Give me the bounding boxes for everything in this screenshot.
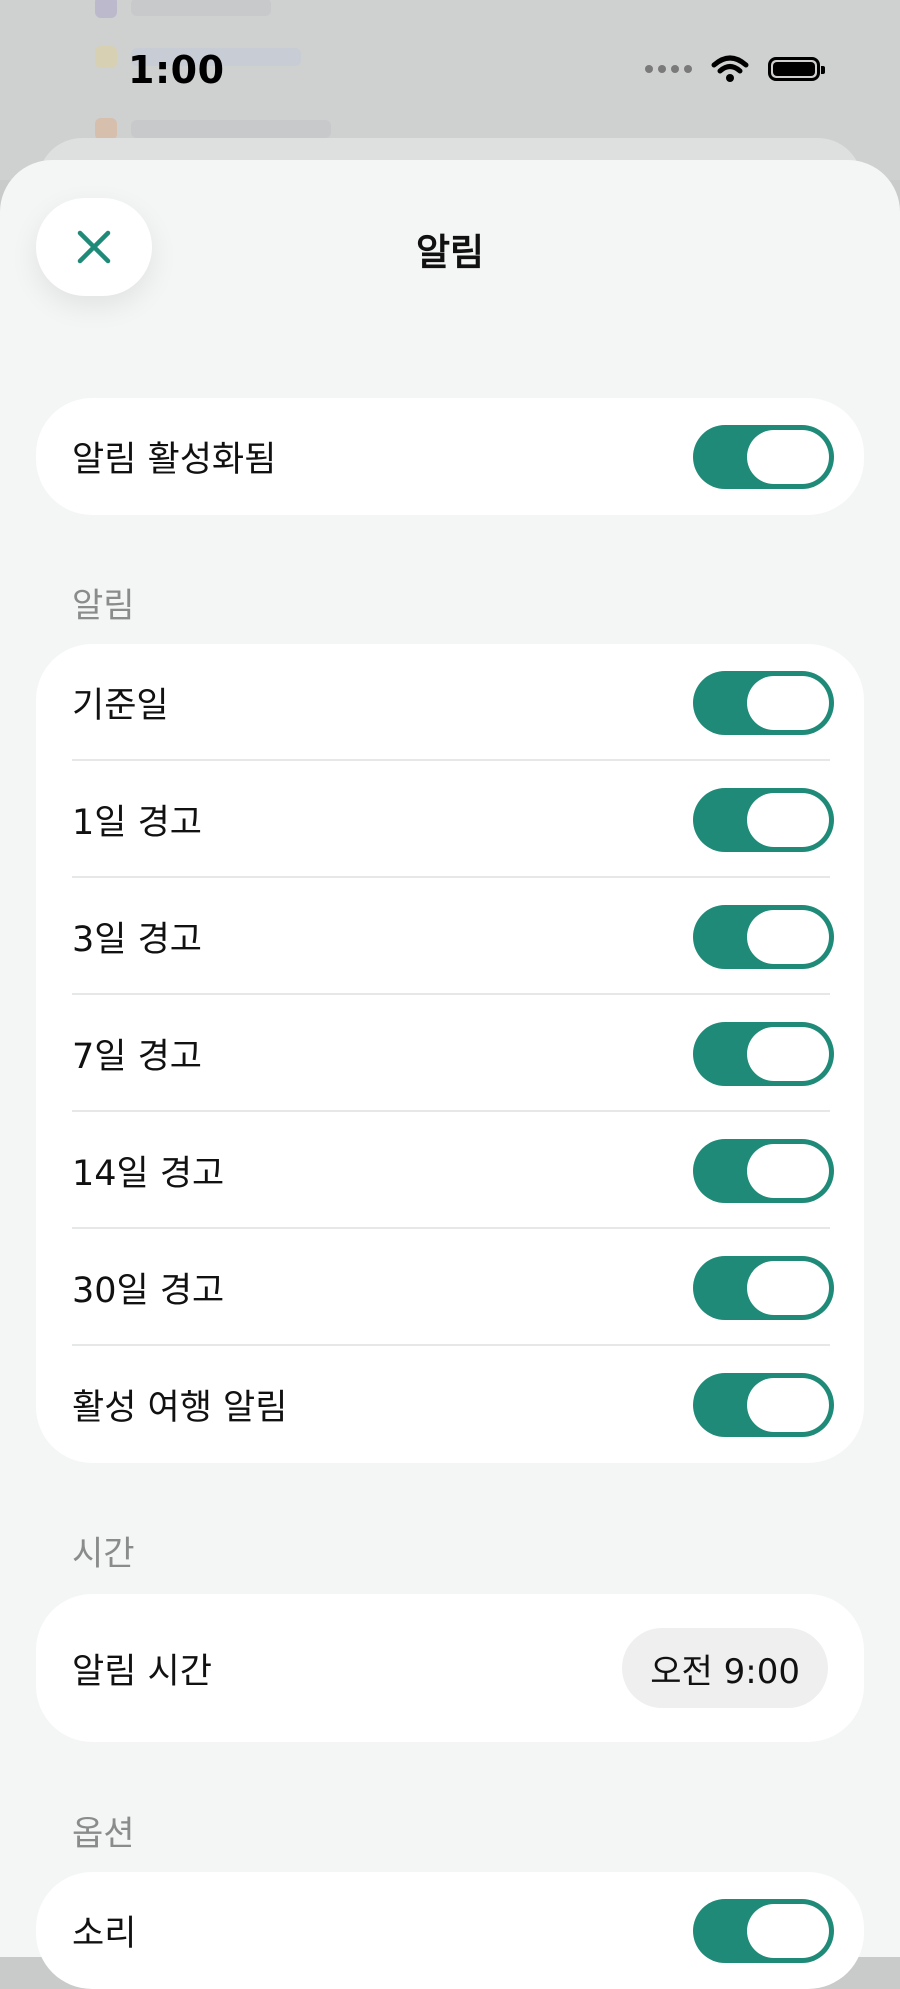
toggle-knob [747,1377,829,1432]
toggle-knob [747,1143,829,1198]
battery-icon [768,57,825,81]
time-card: 알림 시간 오전 9:00 [36,1594,864,1742]
signal-icon [645,65,692,73]
alert-row-1-day: 1일 경고 [36,761,864,878]
alert-toggle-7-day[interactable] [693,1021,834,1086]
master-toggle-row: 알림 활성화됨 [36,398,864,515]
alert-row-3-day: 3일 경고 [36,878,864,995]
alert-row-7-day: 7일 경고 [36,995,864,1112]
section-header-options: 옵션 [72,1814,135,1854]
alert-time-label: 알림 시간 [72,1651,212,1692]
alert-toggle-3-day[interactable] [693,904,834,969]
master-toggle-label: 알림 활성화됨 [72,440,277,480]
option-row-sound: 소리 [36,1872,864,1989]
alert-label: 30일 경고 [72,1271,225,1311]
toggle-knob [747,792,829,847]
option-label: 소리 [72,1914,137,1954]
status-icons [645,54,825,84]
alert-label: 활성 여행 알림 [72,1388,288,1428]
wifi-icon [711,55,749,82]
alert-time-picker[interactable]: 오전 9:00 [622,1628,828,1708]
alert-row-30-day: 30일 경고 [36,1229,864,1346]
alert-label: 7일 경고 [72,1037,202,1077]
alert-row-14-day: 14일 경고 [36,1112,864,1229]
alert-row-active-trip: 활성 여행 알림 [36,1346,864,1463]
toggle-knob [747,429,829,484]
toggle-knob [747,1903,829,1958]
master-toggle-card: 알림 활성화됨 [36,398,864,515]
alert-label: 14일 경고 [72,1154,225,1194]
alert-row-base-day: 기준일 [36,644,864,761]
status-time: 1:00 [128,48,225,92]
alert-time-row: 알림 시간 오전 9:00 [36,1594,864,1742]
sound-toggle[interactable] [693,1898,834,1963]
alert-label: 기준일 [72,686,169,726]
toggle-knob [747,675,829,730]
alert-toggle-1-day[interactable] [693,787,834,852]
alert-label: 1일 경고 [72,803,202,843]
alert-toggle-active-trip[interactable] [693,1372,834,1437]
alert-label: 3일 경고 [72,920,202,960]
options-card: 소리 [36,1872,864,1989]
background-row [95,0,271,24]
alert-toggle-14-day[interactable] [693,1138,834,1203]
alert-toggle-30-day[interactable] [693,1255,834,1320]
toggle-knob [747,1260,829,1315]
toggle-knob [747,1026,829,1081]
sheet-title: 알림 [415,231,485,274]
alerts-card: 기준일 1일 경고 3일 경고 7일 경고 14일 경고 30일 경고 활성 여… [36,644,864,1463]
notification-settings-sheet: 알림 알림 활성화됨 알림 기준일 1일 경고 3일 경고 7일 경고 14일 … [0,160,900,1989]
toggle-knob [747,909,829,964]
section-header-alerts: 알림 [72,586,135,626]
alert-toggle-base-day[interactable] [693,670,834,735]
section-header-time: 시간 [72,1534,135,1574]
master-toggle[interactable] [693,424,834,489]
